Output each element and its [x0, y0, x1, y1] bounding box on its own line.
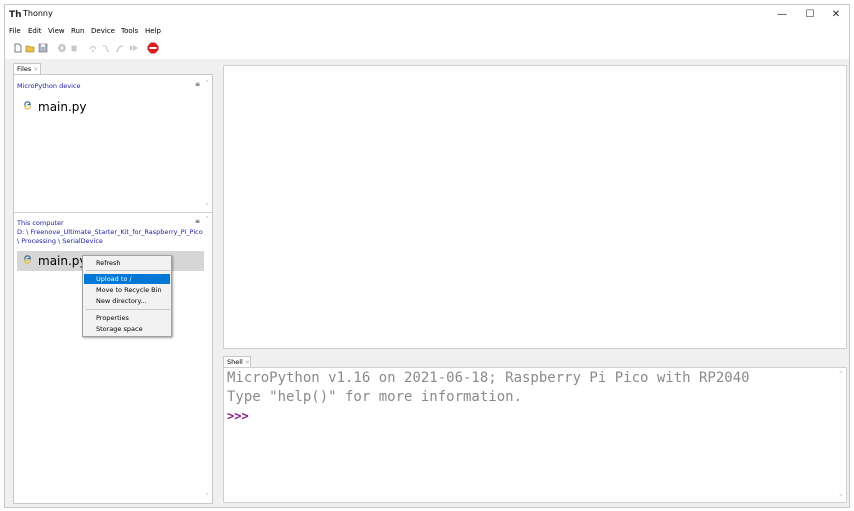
- device-scroll-up-icon[interactable]: ˄: [203, 80, 211, 87]
- context-separator: [86, 309, 170, 310]
- shell-scroll-up-icon[interactable]: ˄: [837, 369, 845, 376]
- device-scroll-down-icon[interactable]: ˅: [203, 203, 211, 210]
- step-over-icon[interactable]: [88, 43, 98, 53]
- open-file-icon[interactable]: [25, 43, 35, 53]
- context-item-refresh[interactable]: Refresh: [84, 258, 170, 268]
- menu-view[interactable]: View: [48, 27, 65, 35]
- menu-bar: File Edit View Run Device Tools Help: [5, 25, 849, 39]
- step-into-icon[interactable]: [101, 43, 111, 53]
- minimize-button[interactable]: —: [769, 8, 795, 22]
- title-bar: Th Thonny — ☐ ✕: [5, 5, 849, 25]
- computer-scroll-up-icon[interactable]: ˄: [203, 216, 211, 223]
- context-item-upload[interactable]: Upload to /: [84, 274, 170, 284]
- menu-device[interactable]: Device: [91, 27, 115, 35]
- computer-scroll-down-icon[interactable]: ˅: [203, 493, 211, 500]
- new-file-icon[interactable]: [13, 43, 23, 53]
- shell-scroll-down-icon[interactable]: ˅: [837, 492, 845, 499]
- shell-console[interactable]: MicroPython v1.16 on 2021-06-18; Raspber…: [223, 367, 847, 503]
- run-icon[interactable]: [57, 43, 67, 53]
- tab-files-label: Files: [17, 65, 32, 73]
- debug-icon[interactable]: [69, 43, 79, 53]
- device-section-title: MicroPython device: [17, 82, 81, 90]
- context-separator: [86, 270, 170, 271]
- python-file-icon: [24, 101, 31, 110]
- step-out-icon[interactable]: [115, 43, 125, 53]
- shell-prompt: >>>: [227, 409, 249, 423]
- computer-path-line1[interactable]: D: \ Freenove_Ultimate_Starter_Kit_for_R…: [17, 228, 203, 236]
- shell-banner-line2: Type "help()" for more information.: [227, 389, 523, 405]
- context-item-properties[interactable]: Properties: [84, 313, 170, 323]
- menu-tools[interactable]: Tools: [121, 27, 138, 35]
- toolbar: [5, 39, 849, 59]
- file-name: main.py: [38, 254, 87, 268]
- computer-section-title: This computer: [17, 219, 64, 227]
- tab-shell-close-icon[interactable]: ×: [245, 359, 250, 366]
- resume-icon[interactable]: [129, 43, 139, 53]
- file-name: main.py: [38, 100, 87, 114]
- menu-help[interactable]: Help: [145, 27, 161, 35]
- shell-banner-line1: MicroPython v1.16 on 2021-06-18; Raspber…: [227, 370, 750, 386]
- menu-edit[interactable]: Edit: [28, 27, 42, 35]
- stop-icon[interactable]: [147, 42, 159, 54]
- device-file-main-py[interactable]: main.py: [17, 98, 204, 116]
- maximize-button[interactable]: ☐: [797, 8, 823, 22]
- context-item-recycle[interactable]: Move to Recycle Bin: [84, 285, 170, 295]
- computer-path-line2[interactable]: \ Processing \ SerialDevice: [17, 237, 103, 245]
- menu-run[interactable]: Run: [71, 27, 84, 35]
- save-icon[interactable]: [38, 43, 48, 53]
- context-menu: Refresh Upload to / Move to Recycle Bin …: [82, 255, 172, 337]
- close-button[interactable]: ✕: [823, 8, 849, 22]
- tab-shell-label: Shell: [227, 358, 243, 366]
- tab-files-close-icon[interactable]: ×: [33, 66, 38, 73]
- context-item-storage[interactable]: Storage space: [84, 324, 170, 334]
- window-title: Thonny: [23, 9, 53, 18]
- menu-file[interactable]: File: [9, 27, 21, 35]
- editor-area[interactable]: [223, 65, 847, 349]
- computer-section-menu-icon[interactable]: ≡: [195, 218, 200, 225]
- thonny-app-icon: Th: [9, 10, 22, 20]
- python-file-icon: [24, 255, 31, 264]
- context-item-new-directory[interactable]: New directory...: [84, 296, 170, 306]
- device-section-menu-icon[interactable]: ≡: [195, 81, 200, 88]
- pane-divider: [14, 212, 212, 213]
